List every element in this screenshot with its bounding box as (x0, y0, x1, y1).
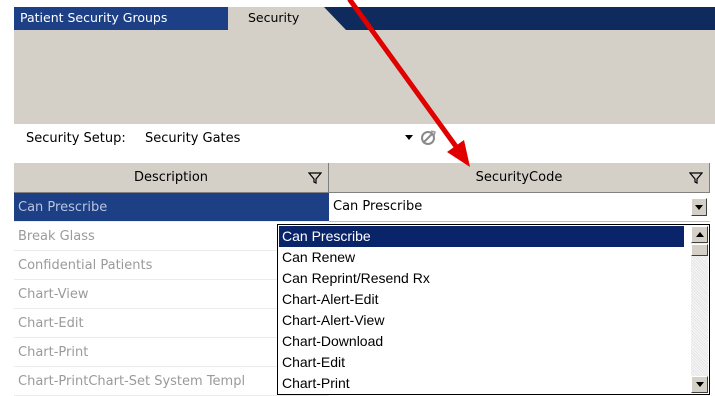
list-item[interactable]: Chart-Alert-Edit (279, 289, 684, 310)
list-item[interactable]: Chart-Alert-View (279, 310, 684, 331)
list-item[interactable]: Can Prescribe (279, 226, 684, 247)
list-item[interactable]: Chart-Print (279, 373, 684, 394)
clear-icon[interactable] (418, 127, 440, 149)
security-setup-value: Security Gates (145, 131, 241, 146)
tab-bar: Patient Security Groups Security (14, 7, 715, 30)
column-header-label: Description (133, 170, 209, 185)
table-row[interactable]: Can Prescribe (14, 193, 329, 222)
filter-icon[interactable] (308, 171, 322, 185)
securitycode-value: Can Prescribe (333, 199, 423, 214)
dropdown-arrow-icon[interactable] (405, 135, 413, 140)
filter-icon[interactable] (689, 171, 703, 185)
toolbar-panel (14, 30, 715, 124)
column-header-label: SecurityCode (475, 170, 563, 185)
list-item[interactable]: Chart-Edit (279, 352, 684, 373)
tab-label: Patient Security Groups (20, 10, 168, 25)
list-item[interactable]: Can Renew (279, 247, 684, 268)
security-setup-label: Security Setup: (26, 131, 126, 146)
divider (14, 124, 715, 125)
securitycode-editor[interactable]: Can Prescribe (329, 193, 710, 222)
security-setup-select[interactable]: Security Gates (145, 129, 413, 149)
securitycode-dropdown-list[interactable]: Can Prescribe Can Renew Can Reprint/Rese… (277, 224, 710, 395)
tab-security[interactable]: Security (228, 7, 346, 30)
scroll-thumb[interactable] (691, 244, 708, 256)
list-item[interactable]: Chart-Download (279, 331, 684, 352)
tab-patient-security-groups[interactable]: Patient Security Groups (14, 7, 258, 30)
tab-label: Security (248, 10, 300, 25)
list-item[interactable]: Can Reprint/Resend Rx (279, 268, 684, 289)
column-header-description[interactable]: Description (14, 163, 329, 193)
dropdown-scrollbar[interactable] (691, 226, 708, 393)
scroll-down-icon[interactable] (691, 376, 708, 393)
dropdown-arrow-icon[interactable] (691, 198, 707, 216)
column-header-securitycode[interactable]: SecurityCode (329, 163, 710, 193)
scroll-up-icon[interactable] (691, 226, 708, 243)
